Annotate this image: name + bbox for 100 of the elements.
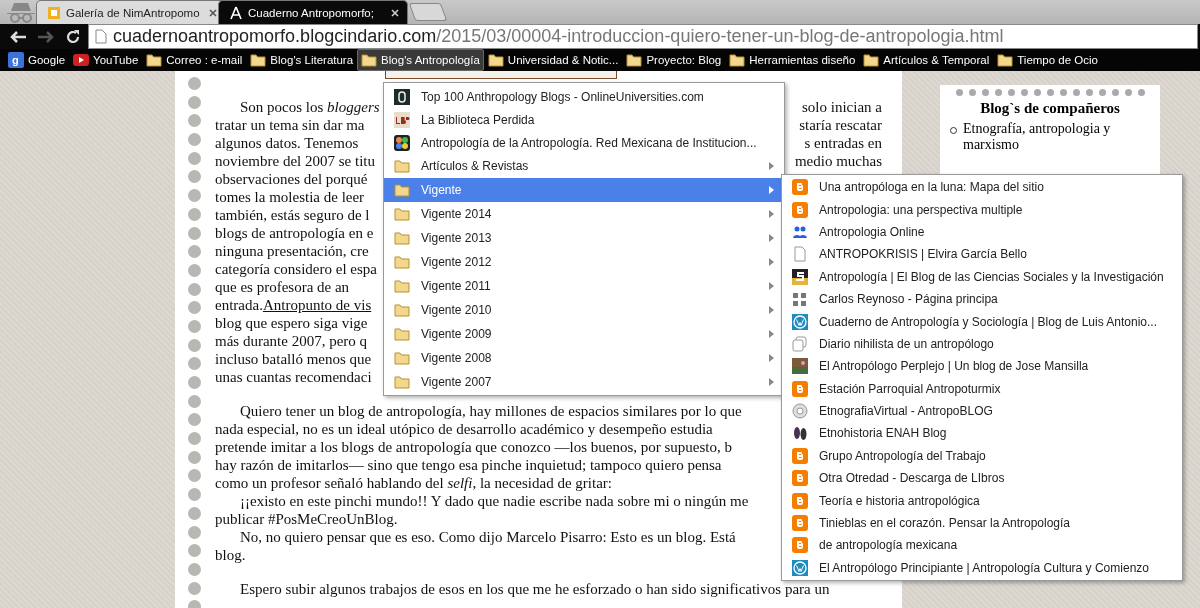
logo-icon — [47, 5, 61, 20]
bookmark-item[interactable]: YouTube — [69, 49, 143, 71]
binder-hole — [187, 319, 201, 333]
blogger-icon — [792, 537, 808, 554]
s-logo-icon — [792, 268, 808, 285]
binder-hole — [187, 95, 201, 109]
bookmark-item[interactable]: Universidad & Notic... — [483, 49, 623, 71]
menu-item[interactable]: Otra Otredad - Descarga de LIbros — [782, 467, 1182, 490]
folder-icon — [394, 183, 410, 197]
bookmark-item[interactable]: Artículos & Temporal — [859, 49, 994, 71]
paragraph-text: pretende imitar a los blogs de antropología que conozco —los buenos, por supuesto, b — [215, 438, 732, 456]
bookmark-item[interactable]: Tiempo de Ocio — [993, 49, 1102, 71]
paragraph-text: incluso batalló menos que — [215, 350, 372, 368]
binder-hole — [187, 376, 201, 389]
binder-hole — [187, 114, 201, 128]
wordpress-icon — [792, 313, 808, 330]
paragraph-text: s entradas en — [804, 134, 882, 152]
menu-item[interactable]: Tinieblas en el corazón. Pensar la Antropología — [782, 511, 1182, 535]
menu-item[interactable]: Vigente 2013 — [384, 226, 784, 250]
menu-item[interactable]: Grupo Antropología del Trabajo — [782, 444, 1182, 468]
menu-item[interactable]: ANTROPOKRISIS | Elvira García Bello — [782, 243, 1182, 266]
article-link[interactable]: Antropunto de vis — [262, 297, 372, 313]
folder-icon — [997, 53, 1014, 67]
binder-hole — [187, 226, 201, 240]
menu-item[interactable]: Vigente 2010 — [384, 298, 784, 322]
bookmark-item[interactable]: Blog's Antropología — [357, 49, 484, 71]
menu-item[interactable]: Artículos & Revistas — [384, 154, 784, 178]
menu-item[interactable]: Vigente 2007 — [384, 370, 784, 394]
paragraph-text: Son pocos los bloggers — [239, 98, 380, 116]
binder-hole — [187, 525, 201, 539]
menu-item[interactable]: El Antropólogo Perplejo | Un blog de Jose Mansilla — [782, 355, 1182, 378]
binder-hole — [187, 544, 201, 558]
menu-item[interactable]: Antropología | El Blog de las Ciencias Sociales y la Investigación — [782, 265, 1182, 288]
paragraph-text: ninguna presentación, cre — [215, 242, 369, 260]
grid-icon — [792, 291, 808, 308]
caret-icon — [769, 378, 774, 386]
menu-item[interactable]: Top 100 Anthropology Blogs - OnlineUniversities.com — [384, 85, 784, 108]
menu-item[interactable]: Vigente 2014 — [384, 202, 784, 226]
menu-item[interactable]: Vigente 2009 — [384, 322, 784, 346]
rounded-square-icon — [394, 88, 410, 105]
binder-hole — [187, 357, 201, 371]
address-bar[interactable]: cuadernoantropomorfo.blogcindario.com/2015/03/00004-introduccion-quiero-tener-un-blog-de-antropologia.html — [88, 24, 1198, 49]
menu-item[interactable]: Antropología de la Antropología. Red Mexicana de Institucion... — [384, 131, 784, 154]
caret-icon — [769, 330, 774, 338]
blogger-icon — [792, 492, 808, 509]
folder-icon — [394, 375, 410, 389]
binder-hole — [187, 581, 201, 595]
blog-link[interactable]: Etnografía, antropologia y marxismo — [963, 121, 1150, 153]
paragraph-text: Quiero tener un blog de antropología, hay millones de espacios similares por lo que — [239, 402, 742, 420]
folder-icon — [394, 159, 410, 173]
binder-hole — [187, 207, 201, 221]
folder-icon — [394, 231, 410, 245]
menu-item[interactable]: de antropología mexicana — [782, 534, 1182, 557]
binder-hole — [187, 245, 201, 259]
paragraph-text: blogs de antropología en e — [215, 224, 374, 242]
binder-hole — [187, 189, 201, 203]
paragraph-text: tratar un tema sin dar ma — [215, 116, 365, 134]
bookmark-item[interactable]: Blog's Literatura — [246, 49, 358, 71]
menu-item[interactable]: Estación Parroquial Antropoturmix — [782, 377, 1182, 400]
menu-item[interactable]: La Biblioteca Perdida — [384, 108, 784, 131]
menu-item[interactable]: Carlos Reynoso - Página principa — [782, 287, 1182, 311]
close-icon[interactable] — [209, 8, 217, 17]
menu-item[interactable]: Vigente 2011 — [384, 274, 784, 298]
spy-icon — [6, 2, 36, 24]
paragraph-text: solo inician a — [802, 98, 882, 116]
menu-item[interactable]: Etnohistoria ENAH Blog — [782, 422, 1182, 445]
blogger-icon — [792, 470, 808, 487]
bookmark-item[interactable]: Correo : e-mail — [142, 49, 247, 71]
footprints-icon — [792, 425, 808, 442]
logo-icon — [229, 5, 243, 20]
menu-item[interactable]: Vigente 2012 — [384, 250, 784, 274]
photo-thumbnail-icon — [792, 358, 808, 375]
binder-hole — [187, 413, 201, 427]
caret-icon — [769, 258, 774, 266]
binder-hole — [187, 338, 201, 352]
paragraph-text: que es profesora de an — [215, 278, 350, 296]
bookmark-item[interactable]: g Google — [4, 49, 70, 71]
menu-item[interactable]: El Antropólogo Principiante | Antropología Cultura y Comienzo — [782, 556, 1182, 580]
bookmark-item[interactable]: Herramientas diseño — [725, 49, 860, 71]
menu-item[interactable]: Diario nihilista de un antropólogo — [782, 332, 1182, 356]
folder-icon — [487, 53, 504, 67]
blogger-icon — [792, 380, 808, 397]
binder-hole — [187, 301, 201, 315]
browser-tab[interactable]: Cuaderno Antropomorfo; — [218, 0, 408, 24]
menu-item[interactable]: Antropologia: una perspectiva multiple — [782, 198, 1182, 221]
bookmark-item[interactable]: Proyecto: Blog — [622, 49, 726, 71]
menu-item[interactable]: Cuaderno de Antropología y Sociología | Blog de Luis Antonio... — [782, 310, 1182, 333]
menu-item[interactable]: EtnografiaVirtual - AntropoBLOG — [782, 399, 1182, 423]
binder-hole — [187, 469, 201, 483]
menu-item[interactable]: Antropologia Online — [782, 220, 1182, 244]
binder-hole — [187, 488, 201, 502]
paragraph-text: algunos datos. Tenemos — [215, 134, 359, 152]
binder-hole — [187, 77, 201, 90]
menu-item[interactable]: Vigente 2008 — [384, 346, 784, 370]
paragraph-text: blog que espero siga vige — [215, 314, 368, 332]
menu-item[interactable]: Teoría e historia antropológica — [782, 489, 1182, 512]
caret-icon — [769, 162, 774, 170]
menu-item[interactable]: Una antropóloga en la luna: Mapa del sitio — [782, 176, 1182, 199]
binder-hole — [187, 170, 201, 184]
menu-item[interactable]: Vigente — [384, 178, 784, 202]
